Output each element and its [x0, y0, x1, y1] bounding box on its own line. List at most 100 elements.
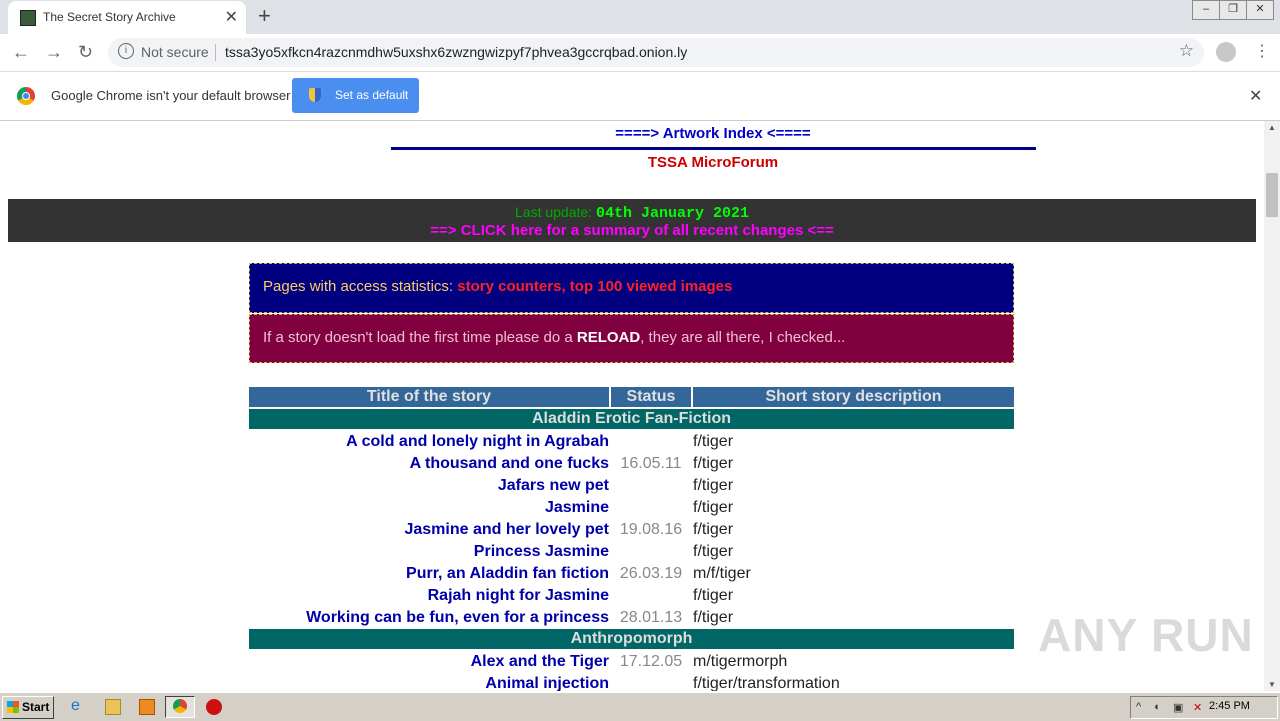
infobar-message: Google Chrome isn't your default browser	[51, 88, 291, 103]
chrome-taskbar-button[interactable]	[165, 696, 195, 718]
story-description: f/tiger	[693, 477, 734, 494]
story-title-link[interactable]: Jasmine	[249, 497, 609, 519]
reload-notice-box: If a story doesn't load the first time p…	[249, 314, 1014, 363]
close-tab-icon[interactable]: ✕	[225, 7, 238, 27]
restore-icon[interactable]: ❐	[1219, 0, 1247, 20]
reload-icon[interactable]: ↻	[78, 42, 93, 63]
recent-changes-link[interactable]: ==> CLICK here for a summary of all rece…	[8, 222, 1256, 239]
story-description: f/tiger	[693, 521, 734, 538]
forward-icon[interactable]: →	[45, 42, 63, 63]
browser-tab[interactable]: The Secret Story Archive ✕	[8, 1, 246, 34]
last-update-date: 04th January 2021	[595, 205, 749, 222]
scroll-up-icon[interactable]: ▲	[1268, 123, 1276, 132]
menu-kebab-icon[interactable]: ⋮	[1254, 41, 1270, 61]
window-controls: – ❐ ✕	[1192, 0, 1274, 20]
header-status: Status	[611, 387, 691, 407]
divider	[215, 44, 216, 61]
story-title-link[interactable]: Working can be fun, even for a princess	[249, 607, 609, 629]
story-description: f/tiger/transformation	[693, 675, 840, 691]
story-status: 28.01.13	[619, 609, 683, 626]
windows-logo-icon	[7, 701, 19, 713]
story-title-link[interactable]: Purr, an Aladdin fan fiction	[249, 563, 609, 585]
new-tab-icon[interactable]: +	[258, 3, 271, 29]
security-alert-icon[interactable]: ✕	[1193, 701, 1202, 714]
reload-prefix: If a story doesn't load the first time p…	[263, 329, 573, 346]
last-update-label: Last update:	[515, 204, 593, 220]
profile-avatar-icon[interactable]	[1216, 42, 1236, 62]
tab-title: The Secret Story Archive	[43, 10, 176, 24]
table-row: Jafars new pet f/tiger	[249, 475, 1014, 497]
vertical-scrollbar[interactable]: ▲ ▼	[1264, 121, 1280, 691]
story-title-link[interactable]: Jafars new pet	[249, 475, 609, 497]
story-title-link[interactable]: Animal injection	[249, 673, 609, 691]
microforum-link[interactable]: TSSA MicroForum	[0, 154, 1264, 171]
artwork-index-link[interactable]: ====> Artwork Index <====	[0, 125, 1264, 142]
back-icon[interactable]: ←	[12, 42, 30, 63]
story-description: m/tigermorph	[693, 653, 788, 670]
address-bar[interactable]: i Not secure tssa3yo5xfkcn4razcnmdhw5uxs…	[108, 38, 1204, 67]
header-title: Title of the story	[249, 387, 609, 407]
table-row: Purr, an Aladdin fan fiction 26.03.19 m/f/…	[249, 563, 1014, 585]
not-secure-label: Not secure	[141, 44, 209, 60]
last-update: Last update: 04th January 2021	[8, 204, 1256, 222]
window-close-icon[interactable]: ✕	[1246, 0, 1274, 20]
story-title-link[interactable]: Princess Jasmine	[249, 541, 609, 563]
table-row: Alex and the Tiger 17.12.05 m/tigermorph	[249, 651, 1014, 673]
category-header: Anthropomorph	[249, 629, 1014, 649]
story-status: 19.08.16	[619, 521, 683, 538]
internet-explorer-icon[interactable]: e	[71, 697, 87, 714]
tab-strip: The Secret Story Archive ✕ + – ❐ ✕	[0, 0, 1280, 34]
story-status: 16.05.11	[620, 455, 682, 472]
scroll-thumb[interactable]	[1266, 173, 1278, 217]
header-description: Short story description	[693, 387, 1014, 407]
scroll-down-icon[interactable]: ▼	[1268, 680, 1276, 689]
stop-icon[interactable]	[206, 699, 222, 715]
reload-suffix: , they are all there, I checked...	[640, 329, 846, 346]
info-icon[interactable]: i	[118, 43, 134, 59]
tray-expand-icon[interactable]: ^	[1136, 701, 1141, 713]
table-row: Rajah night for Jasmine f/tiger	[249, 585, 1014, 607]
story-title-link[interactable]: A cold and lonely night in Agrabah	[249, 431, 609, 453]
site-favicon-icon	[20, 10, 36, 26]
set-as-default-label: Set as default	[335, 88, 409, 102]
table-header-row: Title of the story Status Short story de…	[249, 387, 1014, 407]
story-title-link[interactable]: Rajah night for Jasmine	[249, 585, 609, 607]
folder-icon[interactable]	[105, 699, 121, 715]
network-icon[interactable]: ▣	[1173, 701, 1183, 714]
story-description: f/tiger	[693, 499, 734, 516]
bookmark-star-icon[interactable]: ☆	[1179, 41, 1194, 61]
volume-icon[interactable]: ◖	[1153, 701, 1160, 713]
infobar-close-icon[interactable]: ✕	[1249, 86, 1262, 106]
story-description: f/tiger	[693, 455, 734, 472]
top-images-link[interactable]: top 100 viewed images	[570, 278, 733, 295]
stats-prefix: Pages with access statistics:	[263, 278, 454, 295]
story-description: f/tiger	[693, 587, 734, 604]
update-banner: Last update: 04th January 2021 ==> CLICK…	[8, 199, 1256, 242]
table-row: A cold and lonely night in Agrabah f/tige…	[249, 431, 1014, 453]
story-description: f/tiger	[693, 543, 734, 560]
start-button[interactable]: Start	[2, 696, 54, 719]
table-row: A thousand and one fucks 16.05.11 f/tiger	[249, 453, 1014, 475]
reload-text: If a story doesn't load the first time p…	[263, 329, 845, 346]
stats-box: Pages with access statistics: story coun…	[249, 263, 1014, 313]
horizontal-rule	[391, 147, 1036, 150]
story-description: m/f/tiger	[693, 565, 751, 582]
table-body: Aladdin Erotic Fan-Fiction A cold and lon…	[249, 409, 1014, 691]
media-player-icon[interactable]	[139, 699, 155, 715]
story-title-link[interactable]: A thousand and one fucks	[249, 453, 609, 475]
taskbar-clock: 2:45 PM	[1209, 700, 1250, 712]
windows-taskbar: Start e ^ ◖ ▣ ✕ 2:45 PM	[0, 692, 1280, 721]
reload-bold: RELOAD	[576, 329, 641, 346]
set-as-default-button[interactable]: Set as default	[292, 78, 419, 113]
story-title-link[interactable]: Alex and the Tiger	[249, 651, 609, 673]
default-browser-infobar: Google Chrome isn't your default browser…	[0, 72, 1280, 121]
story-counters-link[interactable]: story counters	[457, 278, 561, 295]
minimize-icon[interactable]: –	[1192, 0, 1220, 20]
page-content: ====> Artwork Index <==== TSSA MicroForu…	[0, 121, 1264, 691]
url-text[interactable]: tssa3yo5xfkcn4razcnmdhw5uxshx6zwzngwizpy…	[225, 44, 687, 60]
system-tray: ^ ◖ ▣ ✕ 2:45 PM	[1130, 696, 1278, 719]
stats-separator: ,	[561, 278, 566, 295]
table-row: Princess Jasmine f/tiger	[249, 541, 1014, 563]
story-title-link[interactable]: Jasmine and her lovely pet	[249, 519, 609, 541]
story-description: f/tiger	[693, 433, 734, 450]
